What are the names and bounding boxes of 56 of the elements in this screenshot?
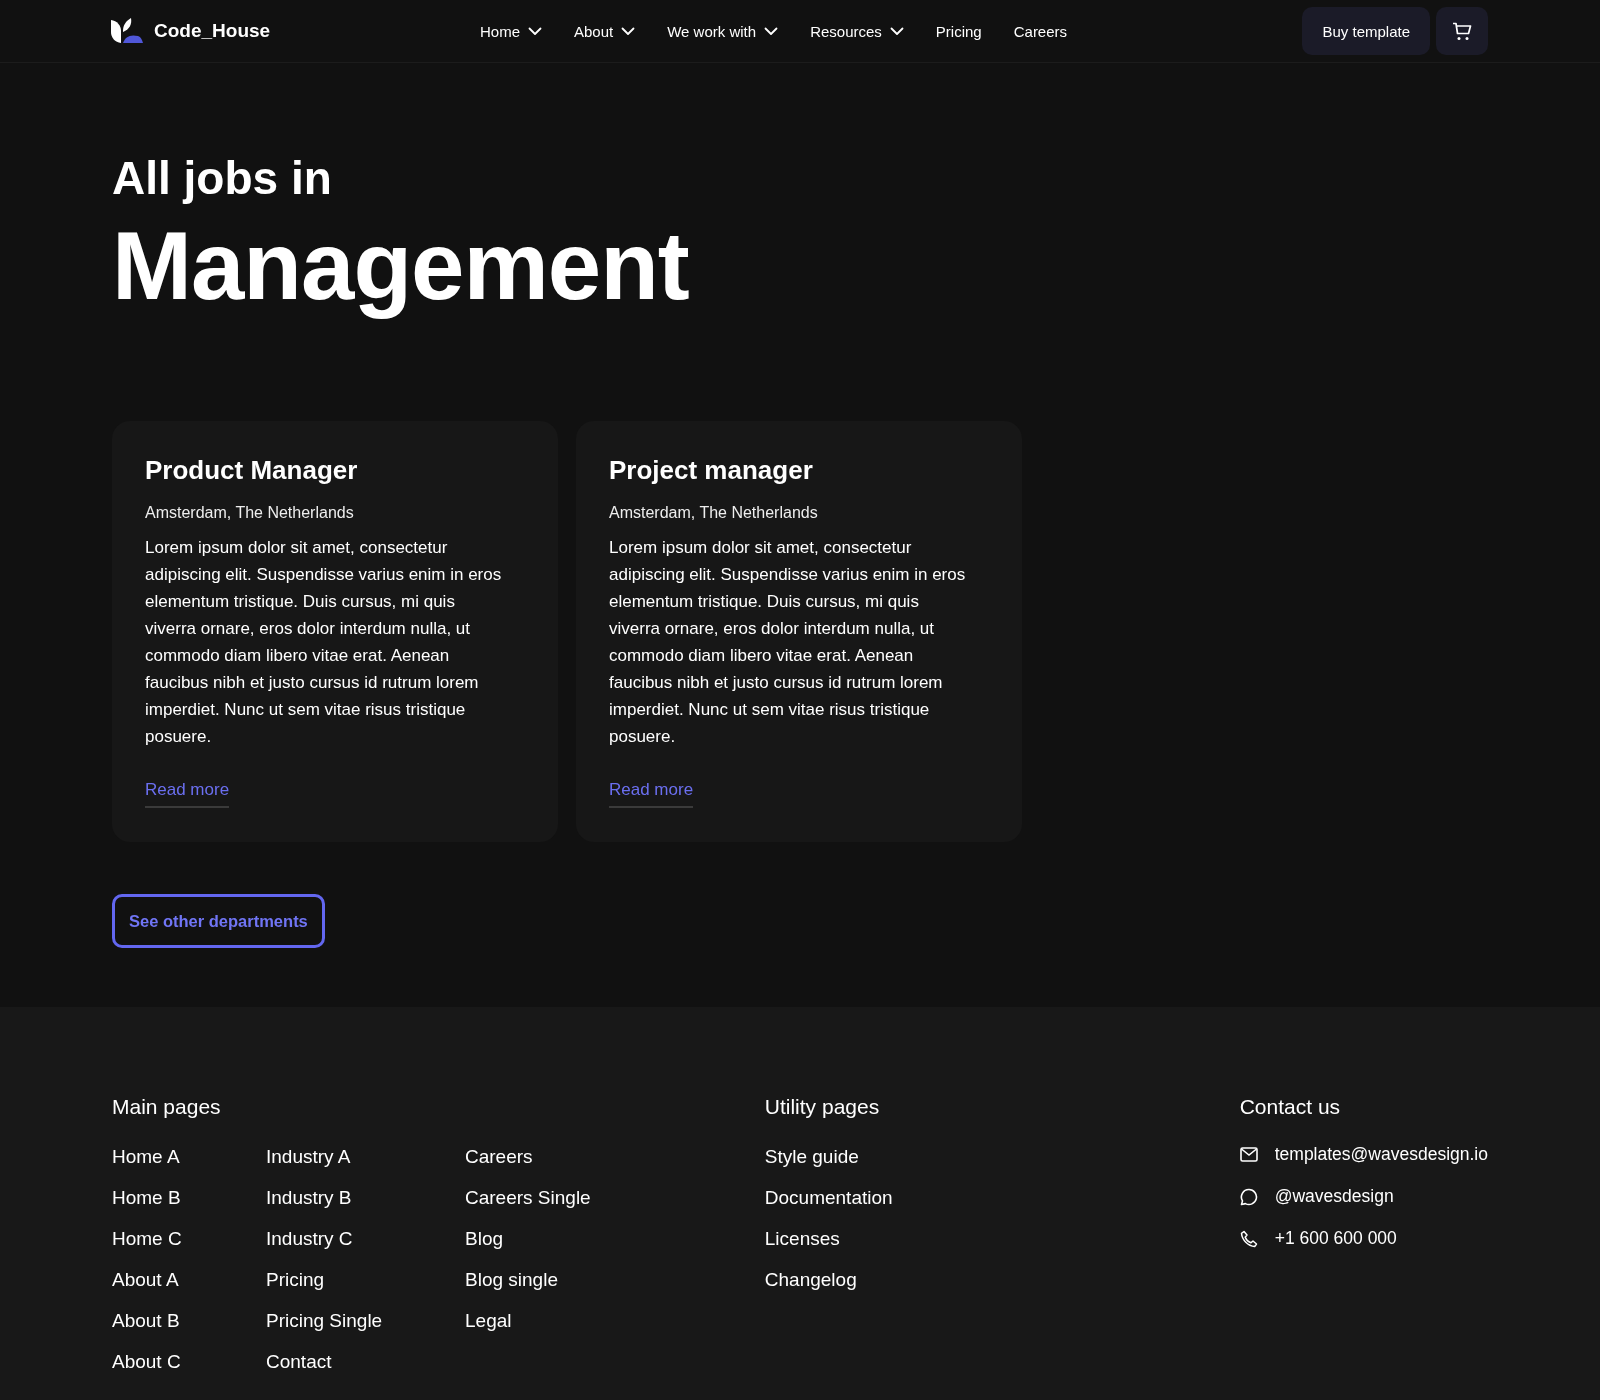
job-description: Lorem ipsum dolor sit amet, consectetur adipiscing elit. Suspendisse varius enim in eros elementum tristique. Duis cursus, mi quis viverra ornare, eros dolor interdum nulla, ut commodo diam libero vitae erat. Aenean faucibus nibh et justo cursus id rutrum lorem imperdiet. Nunc ut sem vitae risus tristique posuere. — [145, 537, 503, 749]
footer-link[interactable]: Home A — [112, 1145, 266, 1169]
job-title: Product Manager — [145, 455, 359, 487]
footer-heading: Contact us — [1239, 1095, 1342, 1119]
footer-link[interactable]: Home C — [112, 1227, 266, 1251]
chat-bubble-icon — [1239, 1187, 1258, 1206]
leaf-logo-icon — [110, 18, 144, 44]
footer-link[interactable]: About A — [112, 1268, 266, 1292]
envelope-icon — [1239, 1147, 1258, 1162]
footer-link[interactable]: Blog — [465, 1227, 591, 1251]
chevron-down-icon — [528, 26, 542, 36]
nav-link[interactable]: Careers — [1013, 22, 1068, 40]
chevron-down-icon — [764, 26, 779, 36]
job-description: Lorem ipsum dolor sit amet, consectetur adipiscing elit. Suspendisse varius enim in eros elementum tristique. Duis cursus, mi quis viverra ornare, eros dolor interdum nulla, ut commodo diam libero vitae erat. Aenean faucibus nibh et justo cursus id rutrum lorem imperdiet. Nunc ut sem vitae risus tristique posuere. — [609, 537, 967, 749]
page-title: Management — [112, 211, 690, 322]
footer-link[interactable]: Home B — [112, 1186, 266, 1210]
see-departments-button[interactable]: See other departments — [112, 894, 325, 949]
job-title: Project manager — [609, 455, 814, 487]
footer-link[interactable]: Blog single — [465, 1268, 591, 1292]
phone-icon — [1239, 1229, 1258, 1248]
chevron-down-icon — [889, 26, 904, 36]
footer-link[interactable]: About B — [112, 1309, 266, 1333]
nav-link[interactable]: Home — [480, 22, 542, 40]
footer-link[interactable]: About C — [112, 1350, 266, 1374]
footer-link[interactable]: Documentation — [764, 1186, 964, 1210]
footer-link[interactable]: Industry C — [266, 1227, 465, 1251]
footer-link[interactable]: Industry B — [266, 1186, 465, 1210]
read-more-link[interactable]: Read more — [609, 780, 694, 809]
job-location: Amsterdam, The Netherlands — [145, 504, 355, 523]
job-location: Amsterdam, The Netherlands — [609, 504, 819, 523]
chevron-down-icon — [621, 26, 636, 36]
footer-link[interactable]: Contact — [266, 1350, 465, 1374]
nav-link[interactable]: About — [574, 22, 636, 40]
email-address-link[interactable]: templates@wavesdesign.io — [1274, 1143, 1488, 1166]
page-kicker: All jobs in — [112, 151, 333, 206]
brand-name[interactable]: Code_House — [154, 20, 271, 42]
cart-button[interactable] — [1436, 7, 1488, 55]
footer-link[interactable]: Licenses — [764, 1227, 964, 1251]
footer-link[interactable]: Style guide — [764, 1145, 964, 1169]
footer-link[interactable]: Pricing Single — [266, 1309, 465, 1333]
footer-link[interactable]: Changelog — [764, 1268, 964, 1292]
social-handle-link[interactable]: @wavesdesign — [1274, 1185, 1394, 1208]
footer-link[interactable]: Careers — [465, 1145, 591, 1169]
footer-link[interactable]: Industry A — [266, 1145, 465, 1169]
footer-link[interactable]: Pricing — [266, 1268, 465, 1292]
cart-icon — [1452, 21, 1472, 41]
footer-heading: Main pages — [112, 1095, 222, 1119]
read-more-link[interactable]: Read more — [145, 780, 230, 809]
footer-link[interactable]: Careers Single — [465, 1186, 591, 1210]
footer-heading: Utility pages — [764, 1095, 881, 1119]
nav-link[interactable]: Pricing — [935, 22, 982, 40]
footer-link[interactable]: Legal — [465, 1309, 591, 1333]
nav-link[interactable]: We work with — [667, 22, 779, 40]
phone-number-link[interactable]: +1 600 600 000 — [1274, 1227, 1397, 1250]
nav-link[interactable]: Resources — [810, 22, 904, 40]
buy-template-button[interactable]: Buy template — [1302, 7, 1430, 55]
